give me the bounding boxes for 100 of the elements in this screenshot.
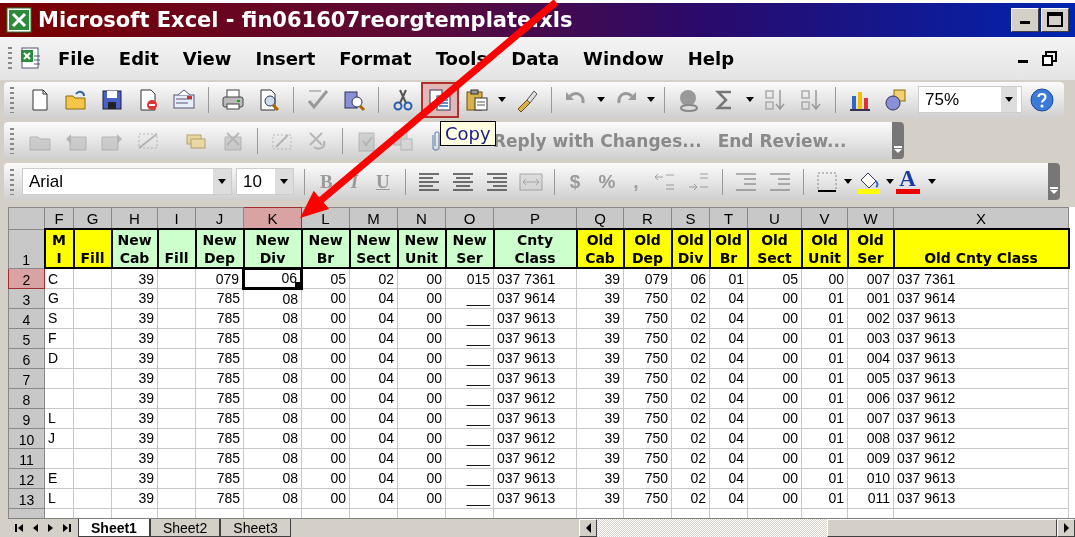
column-header[interactable]: F: [44, 207, 74, 230]
font-color-button[interactable]: A: [893, 169, 922, 194]
table-cell: ___: [445, 468, 494, 489]
table-cell: 750: [623, 368, 672, 389]
table-cell: J: [44, 428, 74, 449]
table-cell: 39: [576, 288, 624, 309]
row-header[interactable]: 9: [8, 408, 45, 429]
dropdown-arrow-icon[interactable]: [597, 97, 605, 103]
table-cell: 04: [349, 408, 398, 429]
row-header[interactable]: 2: [8, 268, 45, 289]
horizontal-scrollbar[interactable]: [579, 519, 1075, 537]
table-cell: 01: [801, 448, 848, 469]
column-header[interactable]: G: [73, 207, 112, 230]
maximize-button[interactable]: [1041, 7, 1069, 32]
column-header[interactable]: J: [195, 207, 244, 230]
dropdown-arrow-icon[interactable]: [927, 179, 936, 184]
row-header[interactable]: 5: [8, 328, 45, 349]
column-header[interactable]: N: [397, 207, 446, 230]
table-cell: ___: [445, 308, 494, 329]
menu-item[interactable]: Window: [573, 45, 674, 71]
toolbar-options-icon[interactable]: [894, 146, 902, 154]
row-header[interactable]: 1: [8, 229, 45, 269]
table-cell: 00: [301, 408, 350, 429]
dropdown-arrow-icon[interactable]: [843, 179, 852, 184]
zoom-field[interactable]: 75%: [918, 86, 1022, 114]
sheet-tab[interactable]: Sheet3: [220, 519, 291, 537]
borders-icon[interactable]: [814, 169, 839, 194]
column-header[interactable]: I: [157, 207, 196, 230]
dropdown-arrow-icon[interactable]: [498, 97, 506, 103]
row-header[interactable]: 12: [8, 468, 45, 489]
row-header[interactable]: 7: [8, 368, 45, 389]
column-header[interactable]: U: [747, 207, 802, 230]
restore-icon[interactable]: [1042, 50, 1057, 66]
menu-item[interactable]: File: [48, 45, 105, 71]
table-cell: 04: [349, 488, 398, 509]
dropdown-arrow-icon[interactable]: [647, 97, 655, 103]
scissors-icon[interactable]: [391, 87, 415, 112]
menu-item[interactable]: View: [172, 45, 242, 71]
column-heading-cell: New Sect: [349, 229, 398, 269]
column-header[interactable]: M: [349, 207, 398, 230]
column-header[interactable]: O: [445, 207, 494, 230]
column-header[interactable]: H: [111, 207, 158, 230]
row-header[interactable]: 3: [8, 288, 45, 309]
table-cell: 00: [301, 488, 350, 509]
table-cell: 00: [747, 408, 802, 429]
menu-item[interactable]: Data: [501, 45, 570, 71]
active-cell[interactable]: 06: [243, 268, 302, 289]
column-header[interactable]: X: [893, 207, 1069, 230]
table-cell: 08: [243, 308, 302, 329]
table-cell: 037 9612: [493, 388, 577, 409]
row-header[interactable]: 6: [8, 348, 45, 369]
table-cell: 01: [801, 328, 848, 349]
column-header[interactable]: Q: [576, 207, 624, 230]
print-preview-icon[interactable]: [257, 87, 281, 112]
spelling-check-icon[interactable]: [306, 87, 330, 112]
email-icon[interactable]: [172, 87, 196, 112]
table-cell: 08: [243, 288, 302, 309]
row-header[interactable]: 13: [8, 488, 45, 509]
paste-icon[interactable]: [465, 87, 489, 112]
table-cell: 007: [847, 268, 894, 289]
row-header[interactable]: 8: [8, 388, 45, 409]
table-cell: 02: [671, 288, 710, 309]
dropdown-arrow-icon[interactable]: [746, 97, 754, 103]
table-cell: 750: [623, 288, 672, 309]
table-cell: 39: [576, 348, 624, 369]
first-sheet-icon[interactable]: [14, 523, 24, 533]
dropdown-arrow-icon[interactable]: [885, 179, 894, 184]
menu-item[interactable]: Format: [329, 45, 422, 71]
printer-icon[interactable]: [221, 87, 245, 112]
column-header[interactable]: R: [623, 207, 672, 230]
table-cell: 785: [195, 428, 244, 449]
column-header[interactable]: T: [709, 207, 748, 230]
menu-item[interactable]: Edit: [108, 45, 169, 71]
save-icon[interactable]: [100, 87, 124, 112]
table-cell: 037 9613: [493, 328, 577, 349]
row-header[interactable]: 11: [8, 448, 45, 469]
table-cell: 037 9613: [893, 308, 1069, 329]
table-cell: 005: [847, 368, 894, 389]
last-sheet-icon[interactable]: [62, 523, 72, 533]
table-cell: 04: [349, 368, 398, 389]
column-header[interactable]: S: [671, 207, 710, 230]
menu-item[interactable]: Help: [677, 45, 745, 71]
column-heading-cell: New Cab: [111, 229, 158, 269]
minimize-button[interactable]: [1011, 7, 1039, 32]
shapes-icon[interactable]: [884, 87, 908, 112]
table-cell: 39: [111, 308, 158, 329]
font-size-field[interactable]: 10: [236, 168, 294, 195]
column-header[interactable]: V: [801, 207, 848, 230]
help-icon[interactable]: [1030, 87, 1054, 112]
sheet-tab[interactable]: Sheet1: [78, 519, 150, 537]
sheet-tab[interactable]: Sheet2: [149, 519, 221, 537]
table-cell: 02: [671, 488, 710, 509]
toolbar-options-icon[interactable]: [1050, 186, 1058, 194]
column-header[interactable]: K: [243, 207, 302, 230]
font-name-field[interactable]: Arial: [22, 168, 232, 195]
column-header[interactable]: P: [493, 207, 577, 230]
row-header[interactable]: 4: [8, 308, 45, 329]
row-header[interactable]: 10: [8, 428, 45, 449]
column-header[interactable]: W: [847, 207, 894, 230]
menu-item[interactable]: Insert: [245, 45, 326, 71]
